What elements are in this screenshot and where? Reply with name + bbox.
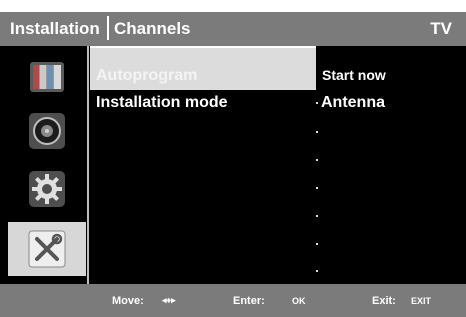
breadcrumb-divider bbox=[107, 16, 109, 40]
empty-slot-dot bbox=[316, 270, 318, 272]
navigation-arrows-icon: ◂♦▸ bbox=[162, 295, 176, 305]
empty-slot-dot bbox=[316, 243, 318, 245]
empty-slot-dot bbox=[316, 159, 318, 161]
page-title: Channels bbox=[114, 19, 191, 38]
enter-key: OK bbox=[292, 296, 306, 306]
sidebar-item-settings[interactable] bbox=[8, 162, 86, 216]
empty-slot-dot bbox=[316, 131, 318, 133]
installation-mode-value[interactable]: Antenna bbox=[321, 94, 385, 112]
sidebar-item-picture[interactable] bbox=[8, 50, 86, 104]
menu-item-label: Installation mode bbox=[96, 94, 228, 111]
settings-icon bbox=[27, 169, 67, 209]
sidebar-item-sound[interactable] bbox=[8, 104, 86, 158]
move-hint-label: Move: bbox=[112, 295, 144, 307]
menu-item-installation-mode[interactable]: Installation mode bbox=[90, 88, 316, 118]
sidebar bbox=[0, 46, 86, 284]
picture-icon bbox=[27, 57, 67, 97]
exit-key: EXIT bbox=[411, 296, 432, 306]
empty-slot-dot bbox=[316, 187, 318, 189]
menu-item-autoprogram[interactable]: Autoprogram bbox=[90, 46, 316, 90]
header-bar: Installation Channels TV bbox=[0, 12, 466, 46]
empty-slot-dot bbox=[316, 215, 318, 217]
autoprogram-value[interactable]: Start now bbox=[322, 67, 386, 83]
enter-hint-label: Enter: bbox=[233, 295, 265, 307]
installation-tools-icon bbox=[27, 229, 67, 269]
breadcrumb-section: Installation bbox=[10, 19, 100, 38]
empty-slot-dot bbox=[316, 102, 318, 104]
menu-item-label: Autoprogram bbox=[96, 67, 198, 84]
exit-hint-label: Exit: bbox=[372, 295, 396, 307]
footer-hint-bar: Move: ◂♦▸ Enter: OK Exit: EXIT bbox=[0, 284, 466, 317]
sound-icon bbox=[27, 111, 67, 151]
sidebar-item-installation[interactable] bbox=[8, 222, 86, 276]
column-divider bbox=[87, 46, 89, 284]
source-indicator: TV bbox=[430, 19, 452, 38]
tv-osd-window: Installation Channels TV Autoprogram Sta… bbox=[0, 12, 466, 317]
